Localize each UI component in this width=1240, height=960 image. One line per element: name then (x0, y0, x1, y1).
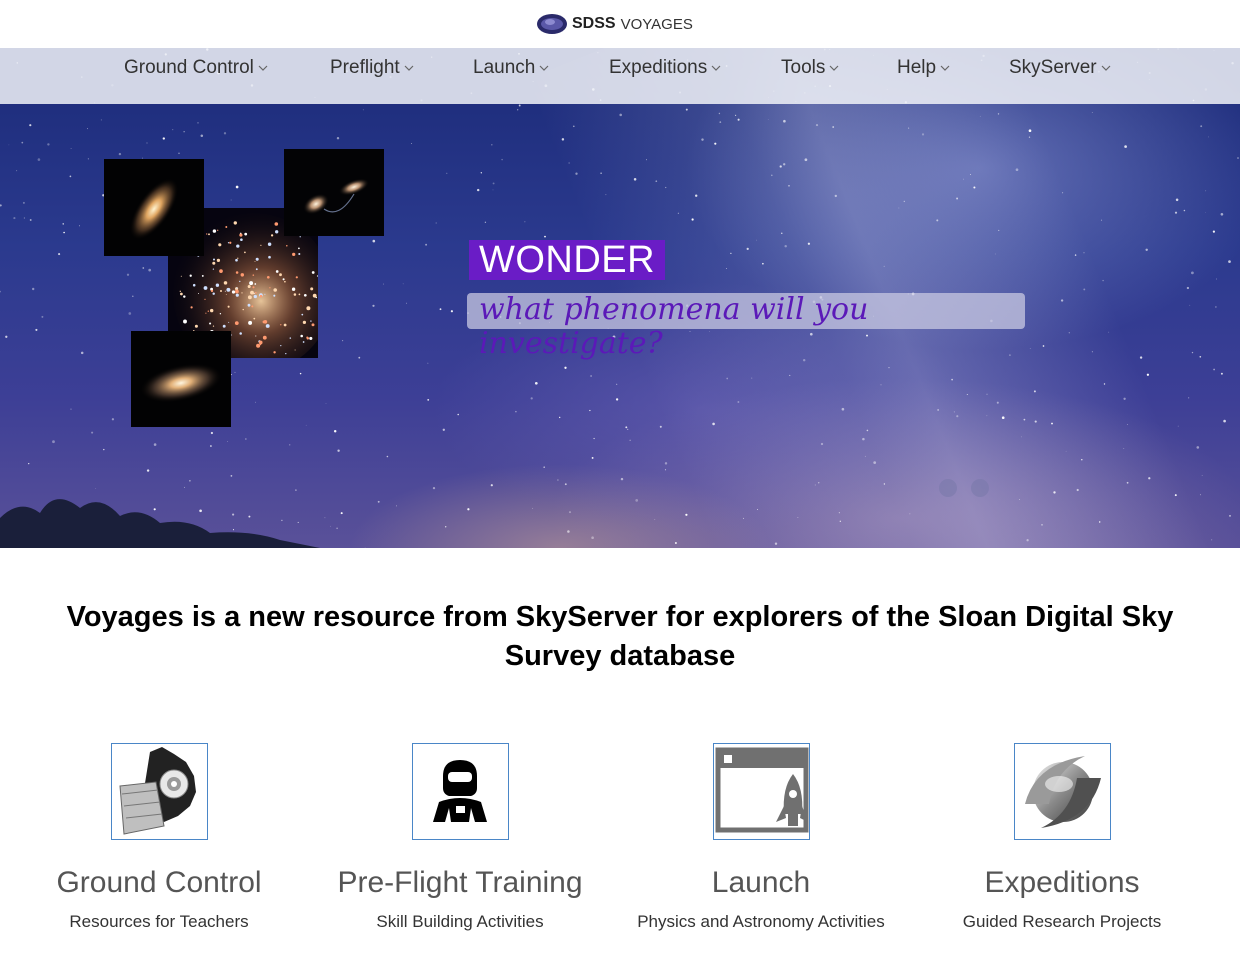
elliptical-galaxy-graphic (131, 331, 231, 427)
feature-card-expeditions[interactable]: Expeditions Guided Research Projects (912, 743, 1212, 932)
card-title[interactable]: Ground Control (9, 866, 309, 900)
logo-sdss-text: SDSS (572, 15, 616, 32)
card-title[interactable]: Expeditions (912, 866, 1212, 900)
sdss-logo-icon (537, 14, 567, 34)
interacting-galaxies-image (284, 149, 384, 236)
card-subtitle: Guided Research Projects (962, 912, 1162, 931)
card-subtitle: Resources for Teachers (69, 912, 249, 931)
rocket-window-icon[interactable] (712, 743, 810, 840)
card-title[interactable]: Launch (611, 866, 911, 900)
card-subtitle: Physics and Astronomy Activities (637, 912, 885, 931)
hero-heading: WONDER (469, 240, 666, 280)
logo-voyages-text: VOYAGES (620, 15, 693, 33)
card-subtitle: Skill Building Activities (376, 912, 544, 931)
carousel-dot[interactable] (971, 479, 989, 497)
telescope-graphic (118, 747, 196, 835)
card-title[interactable]: Pre-Flight Training (310, 866, 610, 900)
telescope-icon[interactable] (110, 743, 208, 840)
feature-card-preflight[interactable]: Pre-Flight Training Skill Building Activ… (310, 743, 610, 932)
feature-card-launch[interactable]: Launch Physics and Astronomy Activities (611, 743, 911, 932)
spiral-galaxy-graphic (104, 159, 204, 256)
site-logo[interactable]: SDSS VOYAGES (536, 8, 693, 40)
spiral-galaxy-image (104, 159, 204, 256)
hero-content: WONDER what phenomena will you investiga… (0, 48, 1240, 548)
swirl-logo-graphic (1024, 756, 1101, 828)
astronaut-icon[interactable] (411, 743, 509, 840)
hero-tagline: what phenomena will you investigate? (467, 293, 1025, 361)
rocket-window-graphic (715, 747, 808, 833)
page-headline: Voyages is a new resource from SkyServer… (66, 601, 1174, 672)
elliptical-galaxy-image (131, 331, 231, 427)
feature-card-ground-control[interactable]: Ground Control Resources for Teachers (9, 743, 309, 932)
carousel-dot[interactable] (939, 479, 957, 497)
astronaut-graphic (432, 760, 487, 822)
swirl-logo-icon[interactable] (1013, 743, 1111, 840)
interacting-galaxies-graphic (284, 149, 384, 236)
